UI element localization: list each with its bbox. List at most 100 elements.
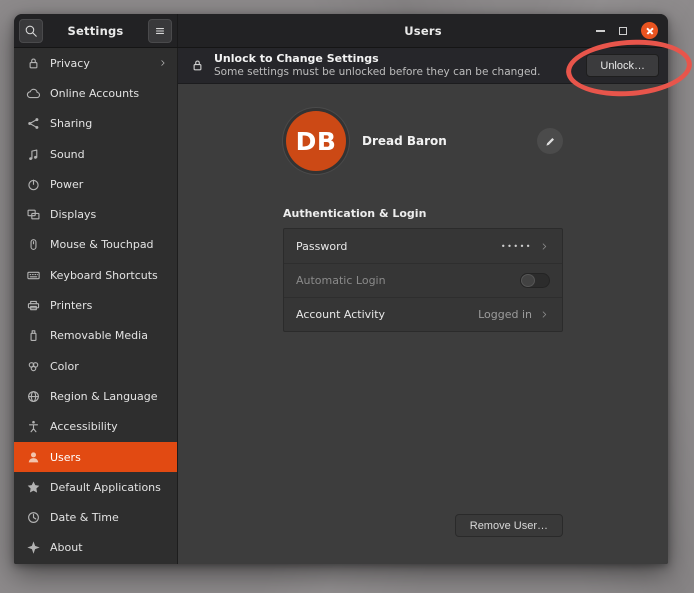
- chevron-right-icon: [539, 309, 550, 320]
- minimize-button[interactable]: [596, 30, 605, 32]
- sidebar-item-removable-media[interactable]: Removable Media: [14, 321, 177, 351]
- menu-button[interactable]: [148, 19, 172, 43]
- lock-icon: [190, 58, 205, 73]
- sidebar-item-about[interactable]: About: [14, 533, 177, 563]
- auth-row-value: Logged in: [478, 308, 532, 321]
- displays-icon: [26, 207, 41, 222]
- titlebar: Settings Users: [14, 14, 668, 48]
- avatar: DB: [286, 111, 346, 171]
- auth-row-account-activity[interactable]: Account Activity Logged in: [284, 297, 562, 331]
- chevron-right-icon: [158, 58, 168, 68]
- window-body: Privacy Online Accounts Sharing Sound Power D…: [14, 48, 668, 564]
- sidebar-item-default-applications[interactable]: Default Applications: [14, 472, 177, 502]
- sidebar-item-region-language[interactable]: Region & Language: [14, 381, 177, 411]
- users-icon: [26, 450, 41, 465]
- user-name: Dread Baron: [362, 134, 447, 148]
- accessibility-icon: [26, 419, 41, 434]
- share-icon: [26, 116, 41, 131]
- auth-row-password[interactable]: Password •••••: [284, 229, 562, 263]
- sidebar-item-label: Accessibility: [50, 420, 118, 433]
- sidebar-header: Settings: [14, 14, 178, 47]
- sidebar-item-label: Online Accounts: [50, 87, 139, 100]
- sidebar-item-label: Users: [50, 451, 81, 464]
- users-panel: Unlock to Change Settings Some settings …: [178, 48, 668, 564]
- sidebar-item-keyboard-shortcuts[interactable]: Keyboard Shortcuts: [14, 260, 177, 290]
- remove-user-button[interactable]: Remove User…: [455, 514, 563, 537]
- unlock-banner: Unlock to Change Settings Some settings …: [178, 48, 668, 84]
- sidebar-item-privacy[interactable]: Privacy: [14, 48, 177, 78]
- mouse-icon: [26, 237, 41, 252]
- user-detail-panel: DB Dread Baron Authentication & Login Pa…: [283, 84, 563, 564]
- auth-row-label: Account Activity: [296, 308, 385, 321]
- search-icon: [24, 24, 38, 38]
- music-note-icon: [26, 147, 41, 162]
- maximize-button[interactable]: [619, 27, 627, 35]
- sidebar-item-label: About: [50, 541, 83, 554]
- sidebar-item-displays[interactable]: Displays: [14, 199, 177, 229]
- page-title: Users: [178, 24, 668, 38]
- cloud-icon: [26, 86, 41, 101]
- sidebar-item-accessibility[interactable]: Accessibility: [14, 412, 177, 442]
- sidebar-item-power[interactable]: Power: [14, 169, 177, 199]
- lock-icon: [26, 56, 41, 71]
- sidebar-item-label: Color: [50, 360, 79, 373]
- sidebar-item-label: Sound: [50, 148, 85, 161]
- sidebar-item-printers[interactable]: Printers: [14, 290, 177, 320]
- unlock-button[interactable]: Unlock…: [586, 54, 659, 77]
- power-icon: [26, 177, 41, 192]
- search-button[interactable]: [19, 19, 43, 43]
- sidebar-item-color[interactable]: Color: [14, 351, 177, 381]
- maximize-icon: [619, 27, 627, 35]
- auth-row-value: •••••: [501, 242, 532, 251]
- banner-subtitle: Some settings must be unlocked before th…: [214, 66, 577, 79]
- minimize-icon: [596, 30, 605, 32]
- sidebar-item-label: Keyboard Shortcuts: [50, 269, 158, 282]
- banner-title: Unlock to Change Settings: [214, 52, 577, 66]
- chevron-right-icon: [539, 241, 550, 252]
- toggle-knob: [521, 274, 535, 287]
- sidebar-item-date-time[interactable]: Date & Time: [14, 502, 177, 532]
- footer-row: Remove User…: [283, 514, 563, 537]
- sidebar-item-users[interactable]: Users: [14, 442, 177, 472]
- sidebar-item-label: Removable Media: [50, 329, 148, 342]
- content-header: Users: [178, 14, 668, 47]
- close-button[interactable]: [641, 22, 658, 39]
- auth-row-label: Automatic Login: [296, 274, 386, 287]
- pencil-icon: [544, 135, 557, 148]
- sidebar-item-label: Date & Time: [50, 511, 119, 524]
- sidebar-item-label: Printers: [50, 299, 92, 312]
- auth-row-label: Password: [296, 240, 347, 253]
- hamburger-icon: [153, 24, 167, 38]
- banner-texts: Unlock to Change Settings Some settings …: [214, 52, 577, 79]
- globe-icon: [26, 389, 41, 404]
- automatic-login-toggle[interactable]: [520, 273, 550, 288]
- color-icon: [26, 359, 41, 374]
- printer-icon: [26, 298, 41, 313]
- sidebar-item-mouse-touchpad[interactable]: Mouse & Touchpad: [14, 230, 177, 260]
- window-controls: [596, 22, 668, 39]
- sidebar-item-label: Mouse & Touchpad: [50, 238, 154, 251]
- sparkle-icon: [26, 540, 41, 555]
- star-icon: [26, 480, 41, 495]
- sidebar-item-label: Sharing: [50, 117, 92, 130]
- edit-user-button[interactable]: [537, 128, 563, 154]
- sidebar-item-sharing[interactable]: Sharing: [14, 109, 177, 139]
- sidebar-item-label: Displays: [50, 208, 96, 221]
- sidebar-item-sound[interactable]: Sound: [14, 139, 177, 169]
- usb-icon: [26, 328, 41, 343]
- settings-window: Settings Users Privacy Online Accounts Sha…: [14, 14, 668, 564]
- user-row: DB Dread Baron: [283, 111, 563, 171]
- auth-row-automatic-login: Automatic Login: [284, 263, 562, 297]
- sidebar-item-label: Region & Language: [50, 390, 158, 403]
- sidebar-item-label: Power: [50, 178, 83, 191]
- sidebar-item-label: Default Applications: [50, 481, 161, 494]
- sidebar: Privacy Online Accounts Sharing Sound Power D…: [14, 48, 178, 564]
- keyboard-icon: [26, 268, 41, 283]
- sidebar-list: Privacy Online Accounts Sharing Sound Power D…: [14, 48, 177, 563]
- auth-section-heading: Authentication & Login: [283, 207, 563, 220]
- desktop-background: Settings Users Privacy Online Accounts Sha…: [0, 0, 694, 593]
- app-title: Settings: [43, 24, 148, 38]
- auth-list: Password ••••• Automatic Login Account Acti…: [283, 228, 563, 332]
- sidebar-item-label: Privacy: [50, 57, 90, 70]
- sidebar-item-online-accounts[interactable]: Online Accounts: [14, 78, 177, 108]
